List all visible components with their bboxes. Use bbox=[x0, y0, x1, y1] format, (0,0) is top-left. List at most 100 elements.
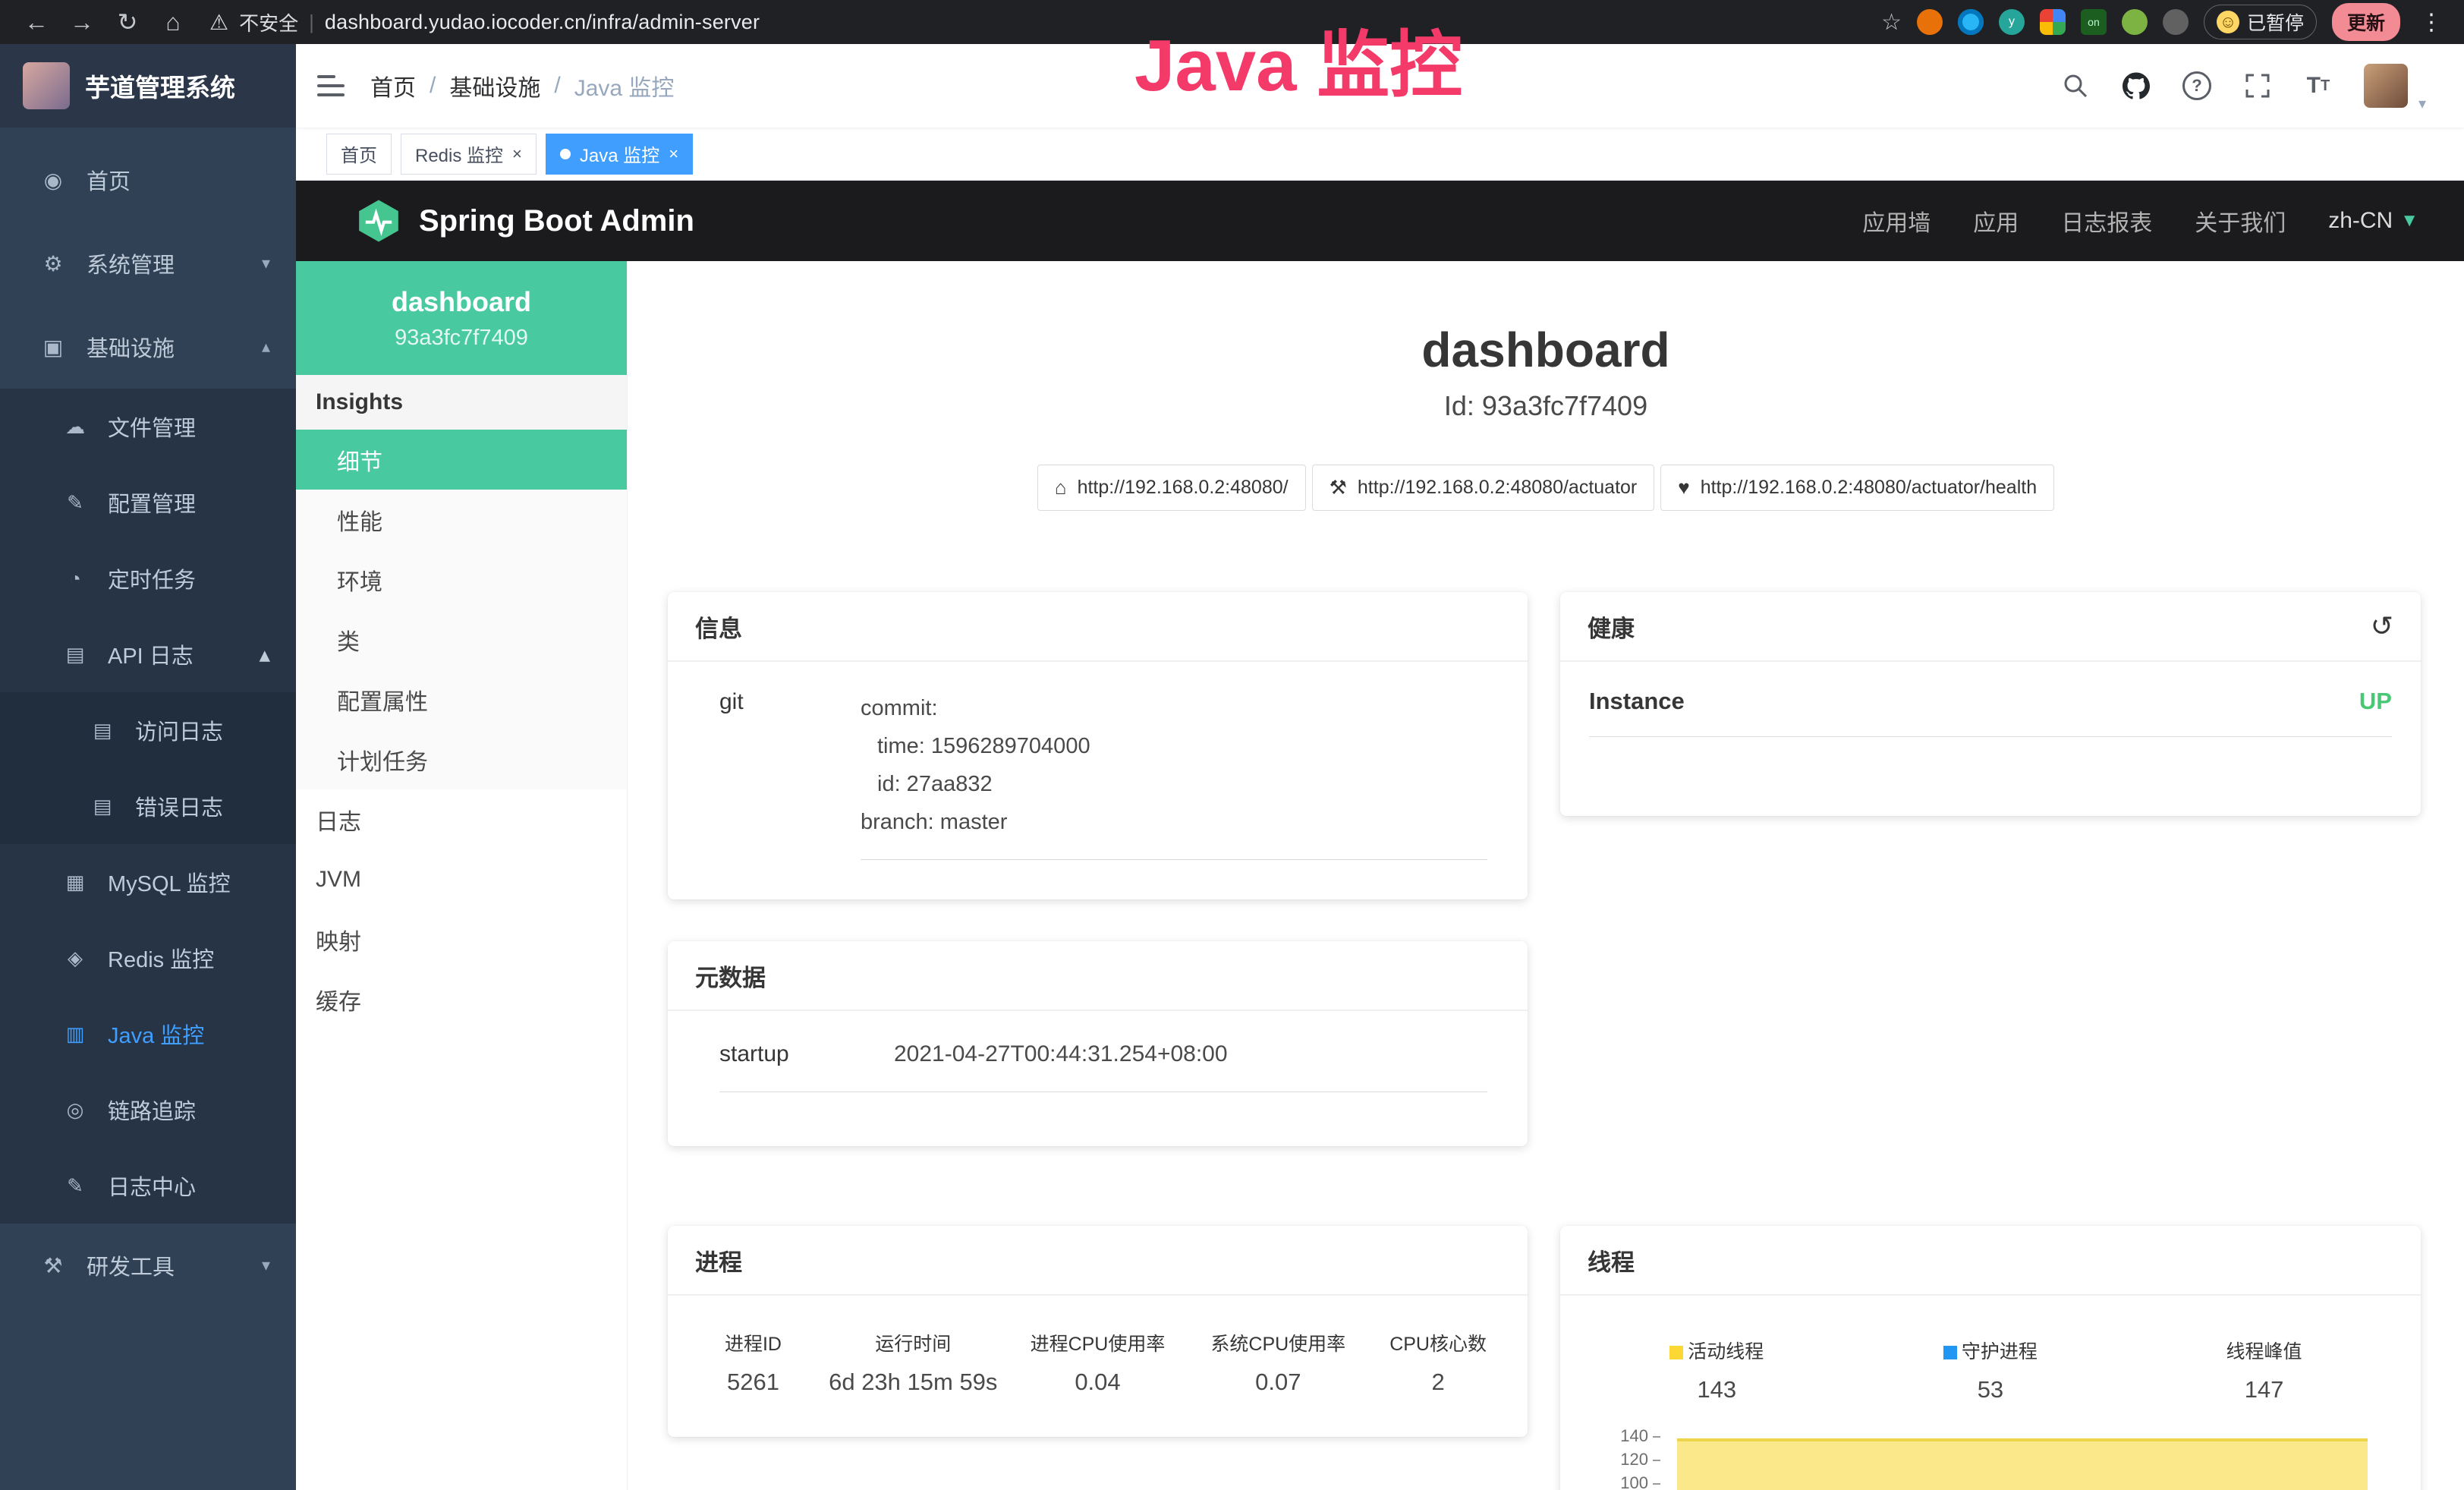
tag-java[interactable]: Java 监控 × bbox=[546, 134, 693, 175]
sba-item-logs[interactable]: 日志 bbox=[296, 789, 627, 849]
sba-nav-applications[interactable]: 应用 bbox=[1973, 204, 2019, 238]
header-actions: ? TT ▾ bbox=[2060, 59, 2464, 113]
sidebar-item-mysql-monitor[interactable]: ▦ MySQL 监控 bbox=[0, 844, 296, 920]
card-metadata: 元数据 startup 2021-04-27T00:44:31.254+08:0… bbox=[668, 941, 1528, 1146]
security-label[interactable]: 不安全 bbox=[239, 8, 298, 36]
app-sidebar: 芋道管理系统 ◉ 首页 ⚙ 系统管理 ▾ ▣ 基础设施 ▴ ☁ 文件管理 bbox=[0, 44, 296, 1490]
link-root[interactable]: ⌂ http://192.168.0.2:48080/ bbox=[1037, 465, 1306, 511]
browser-menu-icon[interactable]: ⋮ bbox=[2415, 9, 2447, 36]
legend-blue-swatch bbox=[1943, 1346, 1957, 1359]
sidebar-item-scheduled-job[interactable]: ◔ 定时任务 bbox=[0, 540, 296, 616]
home-icon[interactable]: ⌂ bbox=[153, 8, 193, 36]
search-icon[interactable] bbox=[2060, 71, 2091, 101]
profile-paused-badge[interactable]: ☺ 已暂停 bbox=[2204, 5, 2317, 39]
close-icon[interactable]: × bbox=[512, 144, 522, 164]
sba-item-scheduled-tasks[interactable]: 计划任务 bbox=[296, 729, 627, 789]
bookmark-star-icon[interactable]: ☆ bbox=[1881, 9, 1902, 36]
sidebar-submenu-infra: ☁ 文件管理 ✎ 配置管理 ◔ 定时任务 ▤ API 日志 ▴ ▤ bbox=[0, 389, 296, 1224]
sba-item-jvm[interactable]: JVM bbox=[296, 849, 627, 909]
card-process: 进程 进程ID 运行时间 进程CPU使用率 系统CPU使用率 CPU核心数 52… bbox=[668, 1226, 1528, 1437]
sba-item-environment[interactable]: 环境 bbox=[296, 550, 627, 610]
sidebar-item-home[interactable]: ◉ 首页 bbox=[0, 138, 296, 222]
sidebar-item-java-monitor[interactable]: ▥ Java 监控 bbox=[0, 996, 296, 1072]
font-size-icon[interactable]: TT bbox=[2303, 71, 2333, 101]
sidebar-item-label: 链路追踪 bbox=[108, 1094, 196, 1126]
sidebar-item-redis-monitor[interactable]: ◈ Redis 监控 bbox=[0, 920, 296, 996]
forward-icon[interactable]: → bbox=[62, 8, 102, 36]
health-instance-label: Instance bbox=[1589, 688, 1685, 715]
card-metadata-body: startup 2021-04-27T00:44:31.254+08:00 bbox=[719, 1041, 1487, 1092]
process-header: 系统CPU使用率 bbox=[1188, 1329, 1368, 1356]
sba-item-config-props[interactable]: 配置属性 bbox=[296, 669, 627, 729]
sidebar-item-access-log[interactable]: ▤ 访问日志 bbox=[0, 692, 296, 768]
breadcrumb-home[interactable]: 首页 bbox=[370, 69, 416, 102]
log-icon: ▤ bbox=[61, 643, 90, 666]
sidebar-item-file-manage[interactable]: ☁ 文件管理 bbox=[0, 389, 296, 465]
health-status-badge: UP bbox=[2359, 688, 2392, 715]
sidebar-item-link-trace[interactable]: ◎ 链路追踪 bbox=[0, 1072, 296, 1148]
tags-view: 首页 Redis 监控 × Java 监控 × bbox=[296, 128, 2464, 181]
sba-item-caches[interactable]: 缓存 bbox=[296, 969, 627, 1029]
extension-icon-2[interactable] bbox=[1958, 9, 1984, 35]
extension-icon-7[interactable] bbox=[2163, 9, 2189, 35]
sidebar-item-label: API 日志 bbox=[108, 638, 194, 670]
sba-locale-select[interactable]: zh-CN ▼ bbox=[2328, 208, 2418, 234]
address-bar[interactable]: ⚠ 不安全 | dashboard.yudao.iocoder.cn/infra… bbox=[209, 8, 760, 36]
sba-item-details[interactable]: 细节 bbox=[296, 430, 627, 490]
gear-icon: ⚙ bbox=[38, 251, 68, 276]
sba-brand[interactable]: Spring Boot Admin bbox=[355, 197, 694, 244]
instance-header[interactable]: dashboard 93a3fc7f7409 bbox=[296, 261, 627, 375]
security-warning-icon[interactable]: ⚠ bbox=[209, 10, 228, 35]
link-health[interactable]: ♥ http://192.168.0.2:48080/actuator/heal… bbox=[1660, 465, 2054, 511]
process-value: 0.07 bbox=[1188, 1369, 1368, 1396]
sidebar-item-system[interactable]: ⚙ 系统管理 ▾ bbox=[0, 222, 296, 305]
sba-item-performance[interactable]: 性能 bbox=[296, 490, 627, 550]
card-threads-body: 活动线程 守护进程 线程峰值 143 53 147 140 120 100 bbox=[1560, 1296, 2421, 1490]
app-title: 芋道管理系统 bbox=[85, 68, 235, 104]
heart-icon: ♥ bbox=[1678, 476, 1689, 499]
sidebar-item-dev-tools[interactable]: ⚒ 研发工具 ▾ bbox=[0, 1224, 296, 1307]
sidebar-item-api-log[interactable]: ▤ API 日志 ▴ bbox=[0, 616, 296, 692]
legend-yellow-swatch bbox=[1669, 1346, 1683, 1359]
close-icon[interactable]: × bbox=[669, 144, 678, 164]
extension-icon-3[interactable]: y bbox=[1999, 9, 2025, 35]
avatar-caret-icon: ▾ bbox=[2418, 94, 2426, 113]
card-title-label: 健康 bbox=[1588, 610, 1635, 644]
extension-icon-4[interactable] bbox=[2040, 9, 2066, 35]
sidebar-fold-icon[interactable] bbox=[296, 75, 366, 96]
url-separator: | bbox=[309, 11, 314, 34]
extension-icon-6[interactable] bbox=[2122, 9, 2148, 35]
github-icon[interactable] bbox=[2121, 71, 2151, 101]
sba-item-classes[interactable]: 类 bbox=[296, 610, 627, 669]
sidebar-item-log-center[interactable]: ✎ 日志中心 bbox=[0, 1148, 296, 1224]
metadata-value: 2021-04-27T00:44:31.254+08:00 bbox=[894, 1041, 1228, 1067]
update-button[interactable]: 更新 bbox=[2332, 3, 2400, 41]
extension-icon-5[interactable]: on bbox=[2081, 9, 2107, 35]
extension-icon-1[interactable] bbox=[1917, 9, 1943, 35]
tag-home[interactable]: 首页 bbox=[326, 134, 392, 175]
url-text[interactable]: dashboard.yudao.iocoder.cn/infra/admin-s… bbox=[325, 11, 760, 34]
tag-redis[interactable]: Redis 监控 × bbox=[401, 134, 537, 175]
sidebar-item-config-manage[interactable]: ✎ 配置管理 bbox=[0, 465, 296, 540]
user-avatar[interactable] bbox=[2364, 64, 2408, 108]
back-icon[interactable]: ← bbox=[17, 8, 56, 36]
sba-nav-wall[interactable]: 应用墙 bbox=[1862, 204, 1931, 238]
threads-legend-row: 活动线程 守护进程 线程峰值 bbox=[1580, 1337, 2401, 1364]
reload-icon[interactable]: ↻ bbox=[108, 8, 147, 36]
sba-nav-about[interactable]: 关于我们 bbox=[2195, 204, 2286, 238]
link-actuator[interactable]: ⚒ http://192.168.0.2:48080/actuator bbox=[1312, 465, 1655, 511]
tag-label: Java 监控 bbox=[580, 140, 659, 167]
logo-avatar bbox=[23, 62, 70, 109]
sba-item-mappings[interactable]: 映射 bbox=[296, 909, 627, 969]
sidebar-item-infra[interactable]: ▣ 基础设施 ▴ bbox=[0, 305, 296, 389]
help-icon[interactable]: ? bbox=[2182, 71, 2212, 101]
app-logo[interactable]: 芋道管理系统 bbox=[0, 44, 296, 128]
sba-nav-journal[interactable]: 日志报表 bbox=[2061, 204, 2152, 238]
page-subtitle: Id: 93a3fc7f7409 bbox=[628, 390, 2464, 422]
breadcrumb-infra[interactable]: 基础设施 bbox=[449, 69, 540, 102]
history-icon[interactable]: ↺ bbox=[2371, 610, 2393, 642]
sidebar-item-error-log[interactable]: ▤ 错误日志 bbox=[0, 768, 296, 844]
process-value: 6d 23h 15m 59s bbox=[819, 1369, 1008, 1396]
fullscreen-icon[interactable] bbox=[2242, 71, 2273, 101]
breadcrumb: 首页 / 基础设施 / Java 监控 bbox=[370, 69, 674, 102]
